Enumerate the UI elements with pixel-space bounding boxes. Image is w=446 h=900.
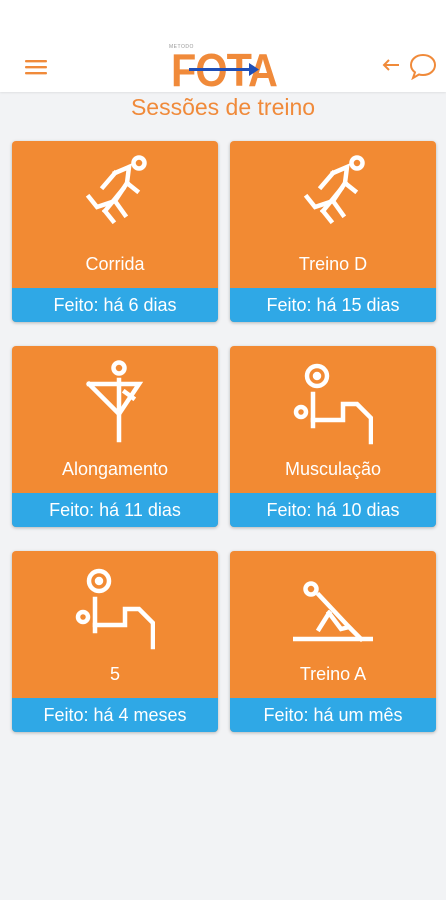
session-status: Feito: há 11 dias (12, 493, 218, 527)
session-status: Feito: há um mês (230, 698, 436, 732)
app-logo: METODO FOTA (169, 44, 279, 96)
runner-icon (303, 155, 365, 225)
arrow-left-icon (382, 59, 399, 71)
weightlifting-icon (293, 363, 373, 445)
hamburger-menu-icon (25, 60, 47, 75)
app-header: METODO FOTA (0, 0, 446, 96)
session-card-corrida[interactable]: Corrida Feito: há 6 dias (12, 141, 218, 322)
session-card-treino-d[interactable]: Treino D Feito: há 15 dias (230, 141, 436, 322)
logo-wordmark: FOTA (171, 44, 278, 96)
session-card-alongamento[interactable]: Alongamento Feito: há 11 dias (12, 346, 218, 527)
stretching-icon (85, 360, 144, 443)
session-label: Corrida (85, 254, 145, 274)
session-status: Feito: há 6 dias (12, 288, 218, 322)
session-label: Treino A (299, 664, 367, 684)
session-label: Treino D (298, 254, 368, 274)
chat-bubble-icon (409, 53, 437, 81)
session-status: Feito: há 10 dias (230, 493, 436, 527)
svg-text:FOTA: FOTA (171, 44, 277, 90)
session-status: Feito: há 15 dias (230, 288, 436, 322)
session-card-treino-a[interactable]: Treino A Feito: há um mês (230, 551, 436, 732)
chat-button[interactable] (408, 52, 438, 81)
session-card-5[interactable]: 5 Feito: há 4 meses (12, 551, 218, 732)
session-status: Feito: há 4 meses (12, 698, 218, 732)
session-label: Musculação (284, 459, 382, 479)
back-button[interactable] (378, 52, 404, 78)
logo-small-text: METODO (169, 44, 194, 50)
session-card-musculacao[interactable]: Musculação Feito: há 10 dias (230, 346, 436, 527)
runner-icon (85, 155, 147, 225)
menu-button[interactable] (22, 54, 50, 80)
floor-exercise-icon (293, 581, 373, 643)
weightlifting-icon (75, 568, 155, 650)
page-title: Sessões de treino (130, 94, 316, 120)
session-label: 5 (109, 664, 120, 684)
session-label: Alongamento (61, 459, 169, 479)
